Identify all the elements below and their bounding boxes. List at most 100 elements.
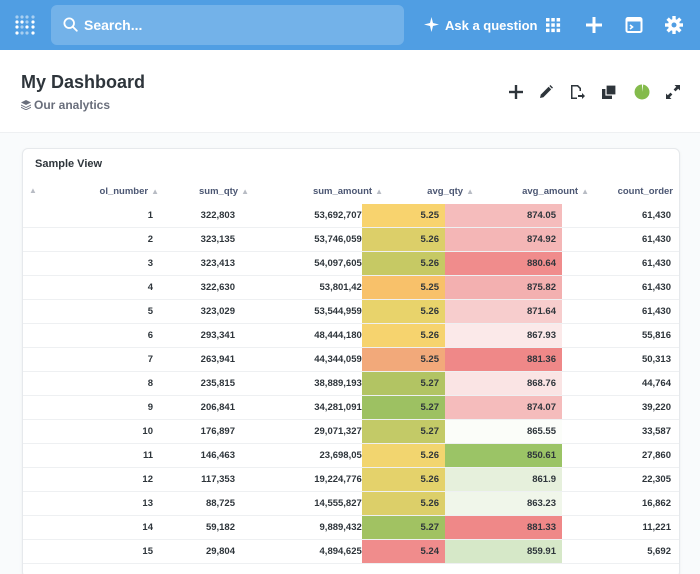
fullscreen-expand-icon[interactable]: [665, 84, 681, 100]
cell-avg-amount[interactable]: 867.93: [445, 324, 562, 347]
cell-sum-qty[interactable]: 117,353: [201, 468, 235, 491]
cell-ol-number[interactable]: 7: [148, 348, 153, 371]
cell-sum-qty[interactable]: 323,135: [201, 228, 235, 251]
table-row[interactable]: 2 323,135 53,746,059.81 5.26 874.92 61,430: [23, 228, 679, 252]
cell-avg-qty[interactable]: 5.27: [362, 420, 445, 443]
cell-sum-qty[interactable]: 29,804: [206, 540, 235, 563]
cell-count-order[interactable]: 22,305: [642, 468, 671, 491]
column-header-count-order[interactable]: count_order: [618, 186, 673, 197]
table-row[interactable]: 9 206,841 34,281,091.94 5.27 874.07 39,220: [23, 396, 679, 420]
cell-avg-amount[interactable]: 880.64: [445, 252, 562, 275]
cell-avg-qty[interactable]: 5.26: [362, 228, 445, 251]
cell-avg-qty[interactable]: 5.26: [362, 468, 445, 491]
cell-count-order[interactable]: 27,860: [642, 444, 671, 467]
cell-avg-amount[interactable]: 865.55: [445, 420, 562, 443]
cell-avg-amount[interactable]: 874.07: [445, 396, 562, 419]
cell-sum-qty[interactable]: 88,725: [206, 492, 235, 515]
cell-count-order[interactable]: 5,692: [647, 540, 671, 563]
table-row[interactable]: 13 88,725 14,555,827.64 5.26 863.23 16,862: [23, 492, 679, 516]
cell-ol-number[interactable]: 1: [148, 204, 153, 227]
cell-sum-qty[interactable]: 323,413: [201, 252, 235, 275]
table-row[interactable]: 1 322,803 53,692,707.71 5.25 874.05 61,430: [23, 204, 679, 228]
dashboard-card[interactable]: Sample View ▲ ol_number ▲ sum_qty ▲ sum_am…: [22, 148, 680, 574]
cell-avg-qty[interactable]: 5.24: [362, 540, 445, 563]
cell-avg-qty[interactable]: 5.27: [362, 516, 445, 539]
plus-icon[interactable]: [584, 15, 604, 35]
cell-avg-amount[interactable]: 875.82: [445, 276, 562, 299]
cell-ol-number[interactable]: 9: [148, 396, 153, 419]
table-row[interactable]: 15 29,804 4,894,625.01 5.24 859.91 5,692: [23, 540, 679, 564]
cell-ol-number[interactable]: 4: [148, 276, 153, 299]
cell-ol-number[interactable]: 12: [142, 468, 153, 491]
table-row[interactable]: 7 263,941 44,344,059.92 5.25 881.36 50,313: [23, 348, 679, 372]
cell-ol-number[interactable]: 6: [148, 324, 153, 347]
column-header-avg-qty[interactable]: avg_qty ▲: [427, 186, 474, 197]
cell-avg-amount[interactable]: 881.33: [445, 516, 562, 539]
cell-count-order[interactable]: 39,220: [642, 396, 671, 419]
table-row[interactable]: 10 176,897 29,071,327.83 5.27 865.55 33,587: [23, 420, 679, 444]
sql-editor-icon[interactable]: [624, 15, 644, 35]
cell-sum-qty[interactable]: 322,630: [201, 276, 235, 299]
cell-avg-amount[interactable]: 874.92: [445, 228, 562, 251]
cell-avg-amount[interactable]: 874.05: [445, 204, 562, 227]
cell-avg-amount[interactable]: 863.23: [445, 492, 562, 515]
cell-avg-qty[interactable]: 5.26: [362, 252, 445, 275]
column-header-ol-number[interactable]: ol_number ▲: [100, 186, 159, 197]
cell-sum-qty[interactable]: 322,803: [201, 204, 235, 227]
cell-sum-qty[interactable]: 323,029: [201, 300, 235, 323]
table-row[interactable]: 12 117,353 19,224,776.07 5.26 861.9 22,305: [23, 468, 679, 492]
table-row[interactable]: 5 323,029 53,544,959.15 5.26 871.64 61,430: [23, 300, 679, 324]
metabase-logo-icon[interactable]: [14, 14, 36, 36]
cell-sum-qty[interactable]: 235,815: [201, 372, 235, 395]
cell-count-order[interactable]: 50,313: [642, 348, 671, 371]
cell-ol-number[interactable]: 13: [142, 492, 153, 515]
sort-arrow-icon[interactable]: ▲: [29, 186, 37, 195]
cell-ol-number[interactable]: 8: [148, 372, 153, 395]
cell-avg-amount[interactable]: 850.61: [445, 444, 562, 467]
cell-count-order[interactable]: 61,430: [642, 204, 671, 227]
table-row[interactable]: 4 322,630 53,801,429.5 5.25 875.82 61,430: [23, 276, 679, 300]
cell-ol-number[interactable]: 2: [148, 228, 153, 251]
cell-count-order[interactable]: 61,430: [642, 228, 671, 251]
cell-ol-number[interactable]: 10: [142, 420, 153, 443]
cell-avg-amount[interactable]: 859.91: [445, 540, 562, 563]
column-header-avg-amount[interactable]: avg_amount ▲: [522, 186, 589, 197]
cell-avg-amount[interactable]: 861.9: [445, 468, 562, 491]
cell-sum-qty[interactable]: 206,841: [201, 396, 235, 419]
table-row[interactable]: 6 293,341 48,444,180.75 5.26 867.93 55,816: [23, 324, 679, 348]
cell-count-order[interactable]: 61,430: [642, 252, 671, 275]
card-title[interactable]: Sample View: [35, 158, 102, 170]
cell-avg-amount[interactable]: 868.76: [445, 372, 562, 395]
cell-sum-qty[interactable]: 176,897: [201, 420, 235, 443]
cell-avg-qty[interactable]: 5.26: [362, 444, 445, 467]
grid-icon[interactable]: [543, 15, 563, 35]
table-row[interactable]: 8 235,815 38,889,193.03 5.27 868.76 44,764: [23, 372, 679, 396]
cell-count-order[interactable]: 33,587: [642, 420, 671, 443]
cell-sum-qty[interactable]: 59,182: [206, 516, 235, 539]
cell-ol-number[interactable]: 11: [143, 444, 153, 467]
cell-ol-number[interactable]: 14: [142, 516, 153, 539]
cell-ol-number[interactable]: 3: [148, 252, 153, 275]
cell-sum-qty[interactable]: 263,941: [201, 348, 235, 371]
cell-count-order[interactable]: 11,221: [642, 516, 671, 539]
share-document-icon[interactable]: [569, 84, 585, 100]
cell-avg-qty[interactable]: 5.25: [362, 204, 445, 227]
gear-icon[interactable]: [664, 15, 684, 35]
cell-sum-qty[interactable]: 146,463: [201, 444, 235, 467]
cell-avg-qty[interactable]: 5.26: [362, 324, 445, 347]
cell-avg-qty[interactable]: 5.27: [362, 372, 445, 395]
cell-count-order[interactable]: 44,764: [642, 372, 671, 395]
table-row[interactable]: 11 146,463 23,698,057.8 5.26 850.61 27,860: [23, 444, 679, 468]
cell-count-order[interactable]: 61,430: [642, 300, 671, 323]
cell-sum-qty[interactable]: 293,341: [201, 324, 235, 347]
search-bar[interactable]: Search...: [51, 5, 404, 45]
cell-ol-number[interactable]: 5: [148, 300, 153, 323]
cell-avg-qty[interactable]: 5.25: [362, 276, 445, 299]
cell-avg-amount[interactable]: 871.64: [445, 300, 562, 323]
cell-count-order[interactable]: 16,862: [642, 492, 671, 515]
cell-avg-amount[interactable]: 881.36: [445, 348, 562, 371]
cell-count-order[interactable]: 61,430: [642, 276, 671, 299]
cell-avg-qty[interactable]: 5.26: [362, 300, 445, 323]
cell-avg-qty[interactable]: 5.25: [362, 348, 445, 371]
cell-ol-number[interactable]: 15: [142, 540, 153, 563]
